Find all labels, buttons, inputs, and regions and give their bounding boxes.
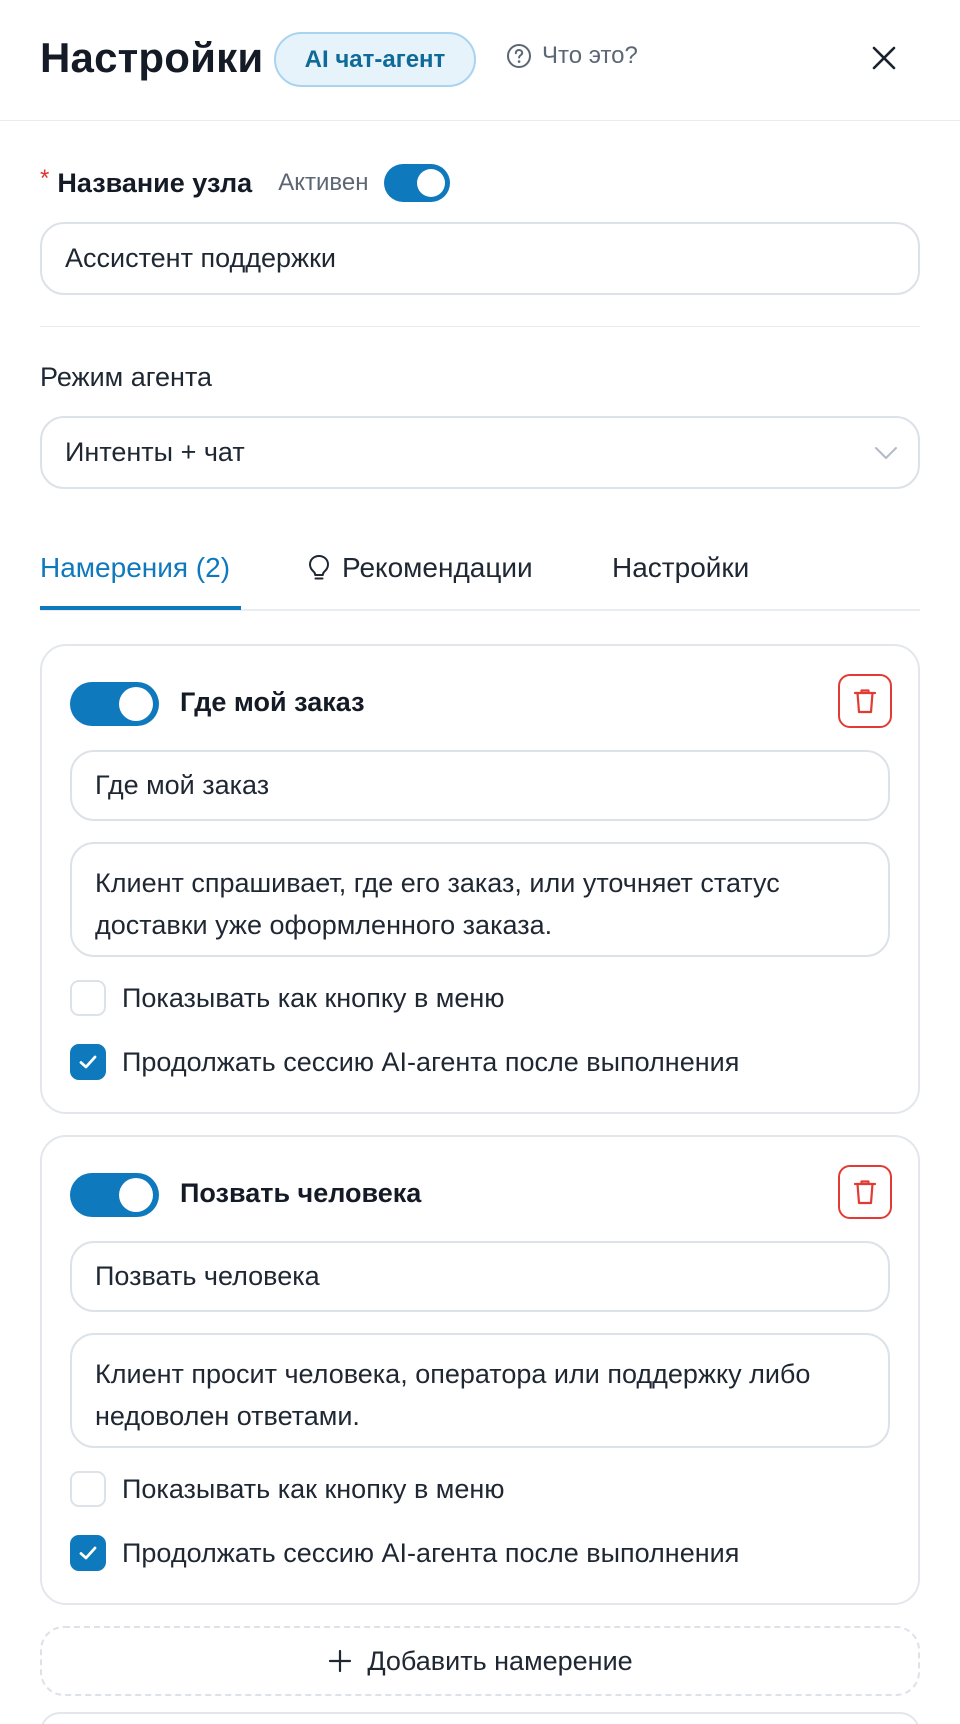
page-title: Настройки — [40, 34, 264, 81]
node-active-toggle[interactable] — [384, 164, 451, 202]
tab-intents-label: Намерения (2) — [40, 552, 231, 583]
node-type-badge: AI чат-агент — [274, 32, 476, 87]
show-as-menu-button-option[interactable]: Показывать как кнопку в меню — [70, 980, 505, 1016]
continue-session-checkbox[interactable] — [70, 1535, 106, 1571]
section-divider — [40, 326, 920, 327]
plus-icon — [329, 1649, 352, 1673]
checkmark-icon — [79, 1055, 97, 1069]
add-intent-button[interactable]: Добавить намерение — [40, 1626, 920, 1696]
tab-intents[interactable]: Намерения (2) — [40, 548, 230, 588]
show-as-menu-button-option[interactable]: Показывать как кнопку в меню — [70, 1471, 505, 1507]
agent-mode-value: Интенты + чат — [65, 437, 245, 467]
continue-session-option[interactable]: Продолжать сессию AI-агента после выполн… — [70, 1044, 739, 1080]
add-intent-label: Добавить намерение — [367, 1645, 633, 1676]
tab-recommendations[interactable]: Рекомендации — [306, 548, 533, 588]
intent-name-input[interactable]: Позвать человека — [70, 1241, 890, 1312]
continue-session-label: Продолжать сессию AI-агента после выполн… — [122, 1537, 740, 1568]
active-tab-indicator — [40, 606, 241, 610]
intent-title: Где мой заказ — [180, 687, 365, 717]
toggle-knob — [119, 1178, 153, 1212]
show-as-menu-button-label: Показывать как кнопку в меню — [122, 1473, 505, 1504]
help-link[interactable]: Что это? — [506, 42, 638, 70]
tab-settings-label: Настройки — [612, 552, 750, 583]
continue-session-option[interactable]: Продолжать сессию AI-агента после выполн… — [70, 1535, 739, 1571]
intent-enabled-toggle[interactable] — [70, 1173, 159, 1217]
active-label: Активен — [278, 169, 369, 196]
required-mark: * — [40, 165, 50, 192]
next-section-card — [40, 1712, 920, 1724]
intent-enabled-toggle[interactable] — [70, 682, 159, 726]
show-as-menu-button-label: Показывать как кнопку в меню — [122, 982, 505, 1013]
tab-recommendations-label: Рекомендации — [342, 552, 533, 583]
delete-intent-button[interactable] — [838, 1165, 892, 1219]
chevron-down-icon — [875, 447, 897, 459]
intent-title: Позвать человека — [180, 1178, 422, 1208]
node-name-label-row: * Название узла Активен — [40, 164, 451, 202]
close-button[interactable] — [866, 40, 902, 76]
continue-session-label: Продолжать сессию AI-агента после выполн… — [122, 1046, 740, 1077]
node-name-label: Название узла — [57, 167, 253, 198]
show-as-menu-button-checkbox[interactable] — [70, 980, 106, 1016]
close-icon — [872, 46, 896, 70]
trash-icon — [853, 689, 877, 714]
continue-session-checkbox[interactable] — [70, 1044, 106, 1080]
intent-card: Позвать человека Позвать человека Клиент… — [40, 1135, 920, 1605]
intent-card: Где мой заказ Где мой заказ Клиент спраш… — [40, 644, 920, 1114]
toggle-knob — [417, 169, 446, 197]
lightbulb-icon — [309, 555, 329, 580]
node-name-input[interactable]: Ассистент поддержки — [40, 222, 920, 295]
tab-settings[interactable]: Настройки — [612, 548, 749, 588]
panel-header: Настройки AI чат-агент Что это? — [0, 0, 960, 121]
toggle-knob — [119, 687, 153, 721]
agent-mode-select[interactable]: Интенты + чат — [40, 416, 920, 489]
intent-name-input[interactable]: Где мой заказ — [70, 750, 890, 821]
checkmark-icon — [79, 1546, 97, 1560]
delete-intent-button[interactable] — [838, 674, 892, 728]
trash-icon — [853, 1180, 877, 1205]
show-as-menu-button-checkbox[interactable] — [70, 1471, 106, 1507]
tabs-bar: Намерения (2) Рекомендации Настройки — [40, 548, 920, 611]
agent-mode-label: Режим агента — [40, 362, 213, 392]
question-circle-icon — [507, 44, 531, 68]
help-link-label: Что это? — [542, 42, 638, 69]
intent-description-textarea[interactable]: Клиент просит человека, оператора или по… — [70, 1333, 890, 1448]
intent-description-textarea[interactable]: Клиент спрашивает, где его заказ, или ут… — [70, 842, 890, 957]
